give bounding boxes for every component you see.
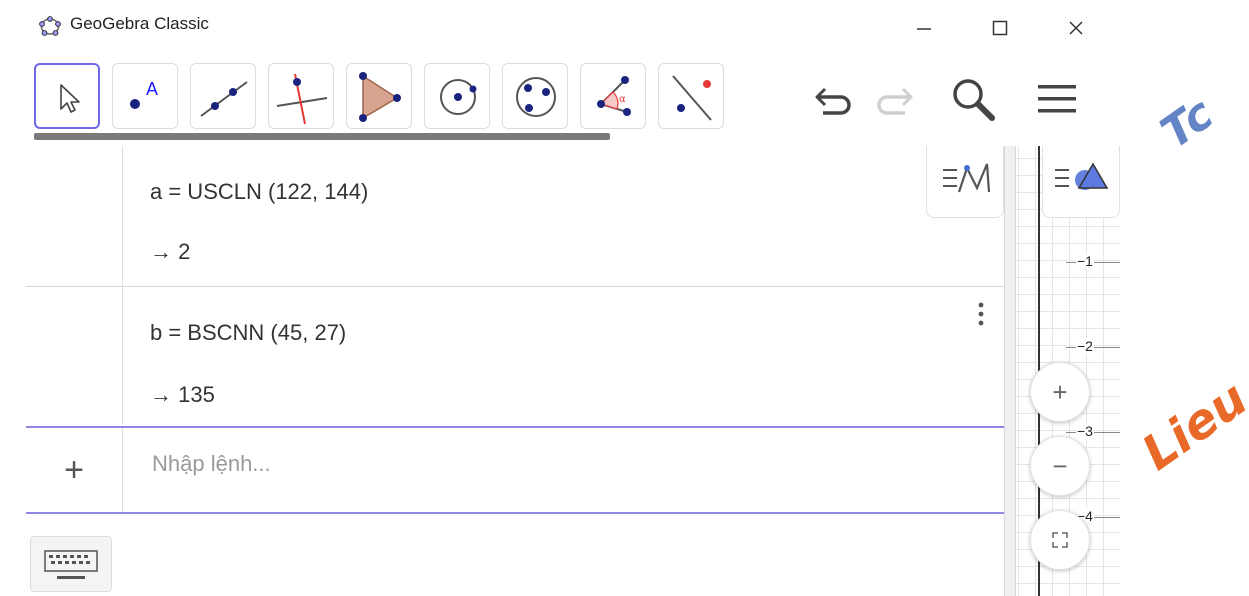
algebra-command[interactable]: a = USCLN (122, 144) xyxy=(150,179,368,205)
algebra-result: → 2 xyxy=(150,239,191,264)
graphics-view[interactable]: −1 −2 −3 −4 + − xyxy=(1016,146,1120,596)
circle-center-icon xyxy=(440,79,477,115)
toolbar-scrollbar[interactable] xyxy=(34,133,610,140)
circle-center-point-tool-button[interactable] xyxy=(424,63,490,129)
line-icon xyxy=(200,81,248,117)
window-title: GeoGebra Classic xyxy=(70,14,209,33)
angle-label: α xyxy=(619,94,626,105)
point-icon: A xyxy=(130,79,158,109)
minimize-button[interactable] xyxy=(904,8,944,48)
angle-tool-button[interactable]: α xyxy=(580,63,646,129)
algebra-command[interactable]: b = BSCNN (45, 27) xyxy=(150,320,346,346)
toolbar: A α xyxy=(26,54,1120,146)
zoom-out-button[interactable]: − xyxy=(1030,436,1090,496)
input-bar: + xyxy=(26,426,1004,514)
undo-button[interactable] xyxy=(808,72,862,126)
perpendicular-line-icon xyxy=(276,73,328,125)
fullscreen-button[interactable] xyxy=(1030,510,1090,570)
undo-icon xyxy=(815,87,851,115)
move-tool-button[interactable] xyxy=(34,63,100,129)
algebra-item-b[interactable]: b = BSCNN (45, 27) → 135 xyxy=(26,287,1004,425)
polygon-icon xyxy=(359,72,401,122)
algebra-item-a[interactable]: a = USCLN (122, 144) → 2 xyxy=(26,146,1004,287)
line-tool-button[interactable] xyxy=(190,63,256,129)
point-label: A xyxy=(146,79,158,99)
search-icon xyxy=(953,79,995,121)
zoom-in-button[interactable]: + xyxy=(1030,362,1090,422)
circle-three-points-icon xyxy=(516,77,556,117)
menu-icon xyxy=(1038,85,1076,113)
title-bar: GeoGebra Classic xyxy=(0,0,1120,54)
watermark-fragment-mid: Lieu xyxy=(1132,370,1249,482)
circle-three-points-tool-button[interactable] xyxy=(502,63,568,129)
keyboard-icon xyxy=(44,550,98,579)
cursor-arrow-icon xyxy=(60,84,80,113)
perpendicular-line-tool-button[interactable] xyxy=(268,63,334,129)
graphics-style-bar-button[interactable] xyxy=(1042,146,1120,218)
close-button[interactable] xyxy=(1056,8,1096,48)
algebra-result: → 135 xyxy=(150,382,215,407)
watermark-fragment-top: Tc xyxy=(1151,88,1223,159)
graphics-style-bar-icon xyxy=(1055,162,1109,190)
algebra-view: a = USCLN (122, 144) → 2 b = BSCNN (45, … xyxy=(26,146,1004,596)
redo-button[interactable] xyxy=(866,72,920,126)
more-options-icon[interactable] xyxy=(976,301,986,329)
command-input[interactable] xyxy=(150,450,854,478)
y-tick-label: −3 xyxy=(1076,423,1094,439)
redo-icon xyxy=(877,87,913,115)
algebra-style-bar-button[interactable] xyxy=(926,146,1004,218)
maximize-icon xyxy=(992,20,1008,36)
main-menu-button[interactable] xyxy=(1030,72,1084,126)
y-tick-label: −1 xyxy=(1076,253,1094,269)
style-bar-icon xyxy=(943,163,991,193)
y-tick-label: −2 xyxy=(1076,338,1094,354)
minimize-icon xyxy=(917,28,931,30)
polygon-tool-button[interactable] xyxy=(346,63,412,129)
view-divider[interactable] xyxy=(1004,146,1016,596)
item-marker-gutter xyxy=(26,287,123,425)
close-icon xyxy=(1069,21,1083,35)
virtual-keyboard-button[interactable] xyxy=(30,536,112,592)
point-tool-button[interactable]: A xyxy=(112,63,178,129)
reflect-icon xyxy=(672,75,712,121)
search-button[interactable] xyxy=(946,72,1000,126)
fullscreen-icon xyxy=(1052,532,1068,548)
angle-icon: α xyxy=(597,76,631,116)
geogebra-logo-icon xyxy=(39,16,61,36)
add-item-plus-icon[interactable]: + xyxy=(26,428,123,512)
item-marker-gutter xyxy=(26,146,123,286)
maximize-button[interactable] xyxy=(980,8,1020,48)
reflect-tool-button[interactable] xyxy=(658,63,724,129)
